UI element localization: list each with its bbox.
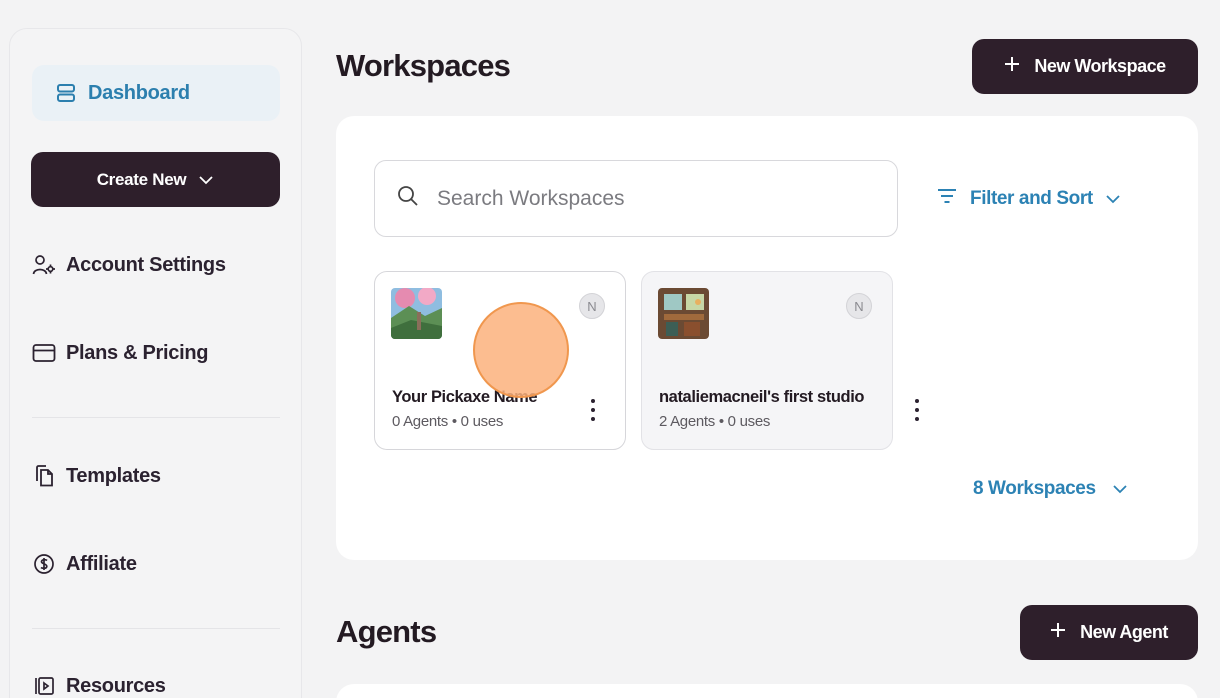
new-agent-label: New Agent xyxy=(1080,622,1168,642)
sidebar-item-resources[interactable]: Resources xyxy=(32,674,166,698)
workspace-card[interactable]: N nataliemacneil's first studio 2 Agents… xyxy=(641,271,893,450)
chevron-down-icon xyxy=(1105,188,1121,210)
chevron-down-icon xyxy=(198,170,214,190)
sidebar-item-label: Affiliate xyxy=(66,552,137,575)
workspace-name: nataliemacneil's first studio xyxy=(659,388,865,406)
plus-icon xyxy=(1004,56,1020,77)
landscape-thumbnail xyxy=(391,288,442,339)
sidebar-item-label: Dashboard xyxy=(88,81,190,104)
filter-icon xyxy=(936,188,958,210)
sidebar-item-plans-pricing[interactable]: Plans & Pricing xyxy=(32,341,209,365)
owner-badge: N xyxy=(579,293,605,319)
workspace-meta: 0 Agents • 0 uses xyxy=(392,413,504,430)
search-box[interactable] xyxy=(374,160,898,237)
sidebar-item-account-settings[interactable]: Account Settings xyxy=(32,253,226,277)
sidebar-item-templates[interactable]: Templates xyxy=(32,464,161,488)
new-agent-button[interactable]: New Agent xyxy=(1020,605,1198,660)
new-workspace-label: New Workspace xyxy=(1034,56,1166,76)
more-options-icon[interactable] xyxy=(586,397,600,423)
dashboard-icon xyxy=(54,81,78,105)
sidebar-item-affiliate[interactable]: Affiliate xyxy=(32,552,137,576)
workspaces-count-label: 8 Workspaces xyxy=(973,478,1096,499)
owner-badge: N xyxy=(846,293,872,319)
credit-card-icon xyxy=(32,341,56,365)
new-workspace-button[interactable]: New Workspace xyxy=(972,39,1198,94)
workspace-meta: 2 Agents • 0 uses xyxy=(659,413,771,430)
create-new-label: Create New xyxy=(96,169,187,189)
sidebar-divider xyxy=(32,417,280,418)
click-indicator xyxy=(473,302,569,398)
sidebar-item-label: Account Settings xyxy=(66,253,226,276)
workspaces-title: Workspaces xyxy=(336,48,511,83)
agents-title: Agents xyxy=(336,614,437,649)
sidebar-item-label: Templates xyxy=(66,464,161,487)
room-thumbnail xyxy=(658,288,709,339)
sidebar-item-dashboard[interactable]: Dashboard xyxy=(32,65,280,121)
sidebar-item-label: Plans & Pricing xyxy=(66,341,209,364)
dollar-circle-icon xyxy=(32,552,56,576)
resources-icon xyxy=(32,674,56,698)
plus-icon xyxy=(1050,622,1066,643)
sidebar: Dashboard Create New Account Settings Pl… xyxy=(9,28,302,698)
filter-sort-button[interactable]: Filter and Sort xyxy=(936,188,1121,210)
chevron-down-icon xyxy=(1112,478,1128,500)
search-input[interactable] xyxy=(437,186,897,211)
workspaces-count-toggle[interactable]: 8 Workspaces xyxy=(973,478,1128,500)
sidebar-divider xyxy=(32,628,280,629)
agents-panel xyxy=(336,684,1198,698)
sidebar-item-label: Resources xyxy=(66,674,166,697)
search-icon xyxy=(397,185,419,212)
templates-icon xyxy=(32,464,56,488)
more-options-icon[interactable] xyxy=(910,397,924,423)
filter-sort-label: Filter and Sort xyxy=(970,188,1093,209)
account-settings-icon xyxy=(32,253,56,277)
create-new-button[interactable]: Create New xyxy=(31,152,280,207)
workspaces-panel: Filter and Sort N Your Pickaxe Name 0 Ag… xyxy=(336,116,1198,560)
